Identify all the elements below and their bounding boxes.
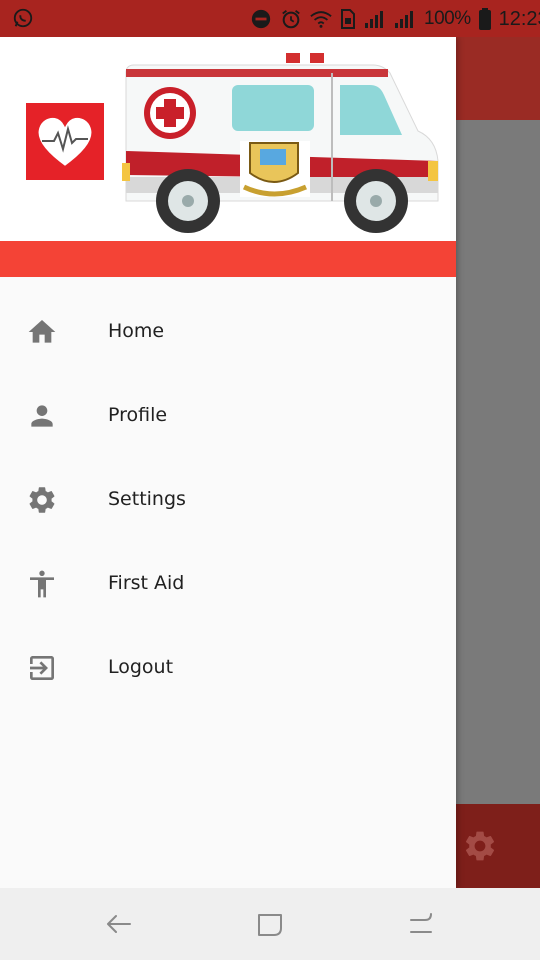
navigation-drawer: Home Profile Settings First Aid Logout — [0, 37, 456, 888]
menu-item-logout[interactable]: Logout — [0, 627, 456, 711]
menu-item-label: Logout — [108, 656, 174, 678]
menu-item-label: Home — [108, 320, 165, 342]
clock: 12:23 — [498, 7, 540, 30]
drawer-accent-bar — [0, 241, 456, 277]
heart-pulse-logo — [26, 103, 104, 180]
battery-percentage: 100% — [424, 8, 471, 29]
menu-icon[interactable] — [405, 908, 437, 940]
home-icon — [28, 320, 56, 343]
do-not-disturb-icon — [251, 9, 271, 29]
menu-item-home[interactable]: Home — [0, 291, 456, 375]
alarm-icon — [282, 10, 300, 29]
ambulance-image — [122, 53, 439, 233]
back-icon[interactable] — [102, 908, 134, 940]
menu-item-label: Settings — [108, 488, 186, 510]
battery-icon — [478, 8, 491, 30]
recents-icon[interactable] — [254, 908, 286, 940]
drawer-header — [0, 37, 456, 241]
menu-item-label: First Aid — [108, 572, 185, 594]
status-bar: 100% 12:23 — [0, 0, 540, 37]
gear-icon[interactable] — [462, 828, 498, 864]
signal-icon — [395, 11, 413, 28]
menu-item-profile[interactable]: Profile — [0, 375, 456, 459]
signal-icon — [365, 11, 383, 28]
whatsapp-icon — [13, 8, 33, 28]
menu-item-settings[interactable]: Settings — [0, 459, 456, 543]
person-icon — [31, 405, 53, 427]
wifi-icon — [310, 11, 332, 28]
accessibility-icon — [30, 570, 54, 598]
menu-item-first-aid[interactable]: First Aid — [0, 543, 456, 627]
sim-icon — [341, 9, 355, 29]
gear-icon — [29, 487, 55, 513]
menu-item-label: Profile — [108, 404, 168, 426]
drawer-menu: Home Profile Settings First Aid Logout — [0, 291, 456, 711]
logout-icon — [30, 656, 54, 680]
system-navigation-bar — [0, 888, 540, 960]
